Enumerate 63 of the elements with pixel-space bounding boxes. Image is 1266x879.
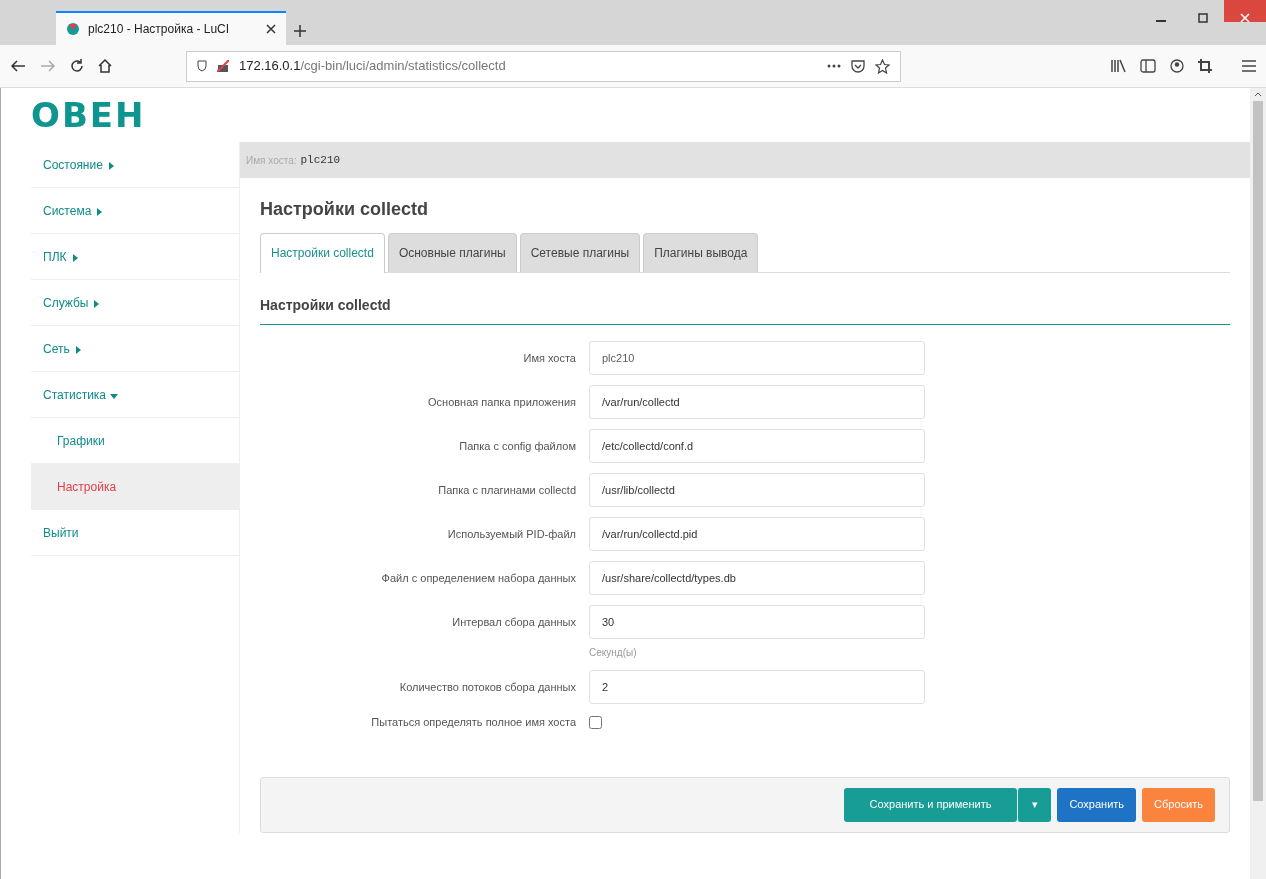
sidebar-item[interactable]: Выйти xyxy=(31,510,239,556)
input-field[interactable]: /usr/share/collectd/types.db xyxy=(589,561,925,595)
tab-title: plc210 - Настройка - LuCI xyxy=(88,21,230,38)
field-hint: Секунд(ы) xyxy=(589,646,638,660)
crop-icon[interactable] xyxy=(1198,59,1212,73)
input-field[interactable]: /var/run/collectd.pid xyxy=(589,517,925,551)
sidebar-item[interactable]: Сеть xyxy=(31,326,239,372)
field-label: Файл с определением набора данных xyxy=(380,570,576,586)
input-field[interactable]: 2 xyxy=(589,670,925,704)
browser-tab[interactable]: plc210 - Настройка - LuCI xyxy=(56,11,286,45)
section-title: Настройки collectd xyxy=(260,295,1230,325)
close-icon xyxy=(1240,12,1250,23)
input-field[interactable]: plc210 xyxy=(589,341,925,375)
field-label: Количество потоков сбора данных xyxy=(398,679,576,695)
sidebar-item[interactable]: Система xyxy=(31,188,239,234)
sidebar-item[interactable]: Состояние xyxy=(31,142,239,188)
field-label: Пытаться определять полное имя хоста xyxy=(370,715,576,730)
tab[interactable]: Плагины вывода xyxy=(643,233,759,272)
input-field[interactable]: /etc/collectd/conf.d xyxy=(589,429,925,463)
account-icon[interactable] xyxy=(1170,59,1184,73)
tab[interactable]: Основные плагины xyxy=(387,233,517,272)
sidebar-item[interactable]: Статистика xyxy=(31,372,239,418)
field-label: Папка с плагинами collectd xyxy=(437,482,576,498)
field-label: Имя хоста xyxy=(522,350,576,366)
shield-icon xyxy=(197,60,207,72)
close-icon[interactable] xyxy=(266,24,276,34)
dropdown-toggle-button[interactable]: ▾ xyxy=(1017,787,1052,822)
menu-icon[interactable] xyxy=(1242,60,1256,72)
save-apply-button[interactable]: Сохранить и применить xyxy=(843,787,1018,822)
sidebar-item[interactable]: Службы xyxy=(31,280,239,326)
library-icon[interactable] xyxy=(1110,59,1126,73)
field-label: Основная папка приложения xyxy=(427,394,576,410)
pocket-icon[interactable] xyxy=(851,59,865,73)
new-tab-icon[interactable] xyxy=(294,25,306,37)
scrollbar-thumb[interactable] xyxy=(1253,101,1263,801)
sidebar-item[interactable]: Настройка xyxy=(31,464,239,510)
back-icon[interactable] xyxy=(10,60,26,72)
hostname-value: plc210 xyxy=(300,152,341,168)
url-text: 172.16.0.1/cgi-bin/luci/admin/statistics/collectd xyxy=(239,57,506,76)
reset-button[interactable]: Сбросить xyxy=(1142,787,1215,822)
sidebar-item[interactable]: ПЛК xyxy=(31,234,239,280)
address-bar[interactable]: 172.16.0.1/cgi-bin/luci/admin/statistics/collectd xyxy=(186,50,901,82)
logo: ОВЕН xyxy=(31,94,147,137)
field-label: Интервал сбора данных xyxy=(451,614,576,630)
more-icon[interactable] xyxy=(827,64,841,68)
maximize-icon[interactable] xyxy=(1198,12,1208,23)
tab[interactable]: Сетевые плагины xyxy=(519,233,641,272)
save-button[interactable]: Сохранить xyxy=(1057,787,1137,822)
favicon-icon xyxy=(66,22,80,36)
sidebar-icon[interactable] xyxy=(1140,59,1156,73)
tab[interactable]: Настройки collectd xyxy=(260,233,385,273)
input-field[interactable]: /usr/lib/collectd xyxy=(589,473,925,507)
scroll-up-icon[interactable] xyxy=(1254,92,1262,97)
lock-icon xyxy=(217,60,229,72)
checkbox[interactable] xyxy=(589,715,602,729)
field-label: Используемый PID-файл xyxy=(446,526,576,542)
input-field[interactable]: 30 xyxy=(589,605,925,639)
reload-icon[interactable] xyxy=(70,59,84,73)
page-title: Настройки collectd xyxy=(260,198,429,221)
field-label: Папка с config файлом xyxy=(458,438,576,454)
input-field[interactable]: /var/run/collectd xyxy=(589,385,925,419)
home-icon[interactable] xyxy=(98,59,112,73)
star-icon[interactable] xyxy=(875,58,890,74)
